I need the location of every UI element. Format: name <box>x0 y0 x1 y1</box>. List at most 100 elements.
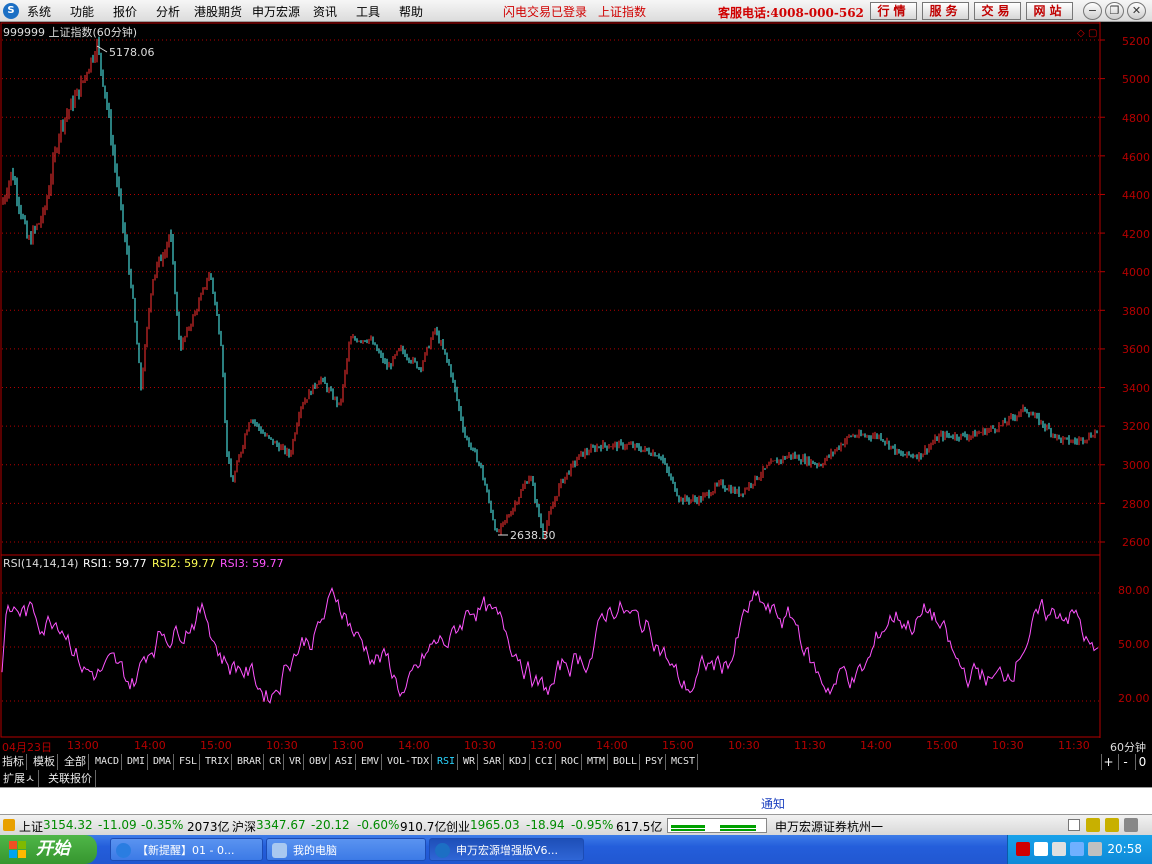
tab-extend[interactable]: 扩展ㅅ <box>0 770 40 787</box>
taskbar: 开始 【新提醒】01 - 0... 我的电脑 申万宏源增强版V6... 20:5… <box>0 835 1152 864</box>
hs-amount: 910.7亿 <box>400 820 447 834</box>
time-tick: 10:30 <box>464 739 496 752</box>
market-button[interactable]: 行情 <box>870 2 917 20</box>
tab-macd[interactable]: MACD <box>93 754 123 770</box>
system-tray: 20:58 <box>1007 835 1152 864</box>
taskbar-item-trading-app[interactable]: 申万宏源增强版V6... <box>429 838 584 861</box>
current-index-name[interactable]: 上证指数 <box>598 3 646 20</box>
qq-icon[interactable] <box>1034 842 1048 856</box>
menu-hk-futures[interactable]: 港股期货 <box>194 3 242 20</box>
lock-icon[interactable] <box>1105 818 1119 832</box>
tray-app-icon[interactable] <box>1088 842 1102 856</box>
zoom-out-button[interactable]: - <box>1118 754 1132 770</box>
time-axis: 04月23日 13:00 14:00 15:00 10:30 13:00 14:… <box>0 738 1152 754</box>
message-icon[interactable] <box>1068 819 1080 831</box>
tab-wr[interactable]: WR <box>461 754 479 770</box>
period-label[interactable]: 60分钟 <box>1110 739 1146 755</box>
time-tick: 04月23日 <box>2 741 52 754</box>
cy-value: 1965.03 <box>470 818 520 832</box>
minimize-icon[interactable]: − <box>1083 2 1102 20</box>
menu-news[interactable]: 资讯 <box>313 3 337 20</box>
time-tick: 15:00 <box>200 739 232 752</box>
tab-related-quotes[interactable]: 关联报价 <box>45 770 96 787</box>
chart-canvas[interactable]: 999999 上证指数(60分钟) ◇ ▢ 5178.06 2638.30 RS… <box>0 22 1152 738</box>
market-breadth-bars <box>667 818 767 833</box>
tab-indicator[interactable]: 指标 <box>0 754 27 770</box>
tab-cr[interactable]: CR <box>267 754 285 770</box>
menu-quote[interactable]: 报价 <box>113 3 137 20</box>
breadth-bar-chart <box>671 825 756 831</box>
price-tick: 5200 <box>1122 35 1150 48</box>
settings-icon[interactable] <box>1124 818 1138 832</box>
service-button[interactable]: 服务 <box>922 2 969 20</box>
tab-template[interactable]: 模板 <box>31 754 58 770</box>
taskbar-item-browser[interactable]: 【新提醒】01 - 0... <box>110 838 263 861</box>
trade-button[interactable]: 交易 <box>974 2 1021 20</box>
alert-icon[interactable] <box>3 819 15 831</box>
rsi-chart-frame <box>0 554 1101 738</box>
tab-kdj[interactable]: KDJ <box>507 754 531 770</box>
signal-icon[interactable] <box>1086 818 1100 832</box>
low-price-label: 2638.30 <box>510 529 556 542</box>
cy-change: -18.94 <box>526 818 565 832</box>
time-tick: 13:00 <box>67 739 99 752</box>
restore-icon[interactable]: ❐ <box>1105 2 1124 20</box>
input-method-icon[interactable] <box>1016 842 1030 856</box>
tab-obv[interactable]: OBV <box>307 754 331 770</box>
tab-mtm[interactable]: MTM <box>585 754 609 770</box>
sh-value: 3154.32 <box>43 818 93 832</box>
tab-vr[interactable]: VR <box>287 754 305 770</box>
notice-bar: 通知 <box>0 787 1152 814</box>
tab-vol-tdx[interactable]: VOL-TDX <box>385 754 433 770</box>
tab-rsi[interactable]: RSI <box>435 754 459 770</box>
tab-brar[interactable]: BRAR <box>235 754 265 770</box>
notice-link[interactable]: 通知 <box>761 795 785 812</box>
tab-fsl[interactable]: FSL <box>177 754 201 770</box>
status-bar: 上证 3154.32 -11.09 -0.35% 2073亿 沪深 3347.6… <box>0 814 1152 835</box>
menu-bar: S 系统 功能 报价 分析 港股期货 申万宏源 资讯 工具 帮助 闪电交易已登录… <box>0 0 1152 22</box>
price-axis: 5200 5000 4800 4600 4400 4200 4000 3800 … <box>1122 35 1150 549</box>
menu-swhy[interactable]: 申万宏源 <box>252 3 300 20</box>
time-tick: 10:30 <box>992 739 1024 752</box>
tab-boll[interactable]: BOLL <box>611 754 641 770</box>
chart-area[interactable]: 999999 上证指数(60分钟) ◇ ▢ 5178.06 2638.30 RS… <box>0 22 1152 738</box>
zoom-reset-button[interactable]: 0 <box>1135 754 1149 770</box>
tab-cci[interactable]: CCI <box>533 754 557 770</box>
taskbar-item-my-computer[interactable]: 我的电脑 <box>266 838 426 861</box>
menu-tools[interactable]: 工具 <box>356 3 380 20</box>
menu-help[interactable]: 帮助 <box>399 3 423 20</box>
chart-title: 999999 上证指数(60分钟) <box>3 25 137 39</box>
tab-psy[interactable]: PSY <box>643 754 667 770</box>
menu-analysis[interactable]: 分析 <box>156 3 180 20</box>
zoom-in-button[interactable]: + <box>1101 754 1115 770</box>
close-icon[interactable]: ✕ <box>1127 2 1146 20</box>
hs-change: -20.12 <box>311 818 350 832</box>
network-icon[interactable] <box>1070 842 1084 856</box>
main-chart-frame <box>0 22 1101 556</box>
menu-system[interactable]: 系统 <box>27 3 51 20</box>
website-button[interactable]: 网站 <box>1026 2 1073 20</box>
time-tick: 10:30 <box>728 739 760 752</box>
computer-icon <box>272 843 287 858</box>
window-icon: ▢ <box>1088 28 1097 39</box>
volume-icon[interactable] <box>1052 842 1066 856</box>
tab-roc[interactable]: ROC <box>559 754 583 770</box>
tab-dma[interactable]: DMA <box>151 754 175 770</box>
hs-pct: -0.60% <box>357 818 400 832</box>
start-button[interactable]: 开始 <box>0 835 97 864</box>
tab-dmi[interactable]: DMI <box>125 754 149 770</box>
login-status[interactable]: 闪电交易已登录 <box>503 3 587 20</box>
tab-mcst[interactable]: MCST <box>669 754 699 770</box>
tab-emv[interactable]: EMV <box>359 754 383 770</box>
tab-sar[interactable]: SAR <box>481 754 505 770</box>
rsi-axis: 80.00 50.00 20.00 <box>1118 584 1150 705</box>
tab-trix[interactable]: TRIX <box>203 754 233 770</box>
tab-asi[interactable]: ASI <box>333 754 357 770</box>
high-price-label: 5178.06 <box>109 46 155 59</box>
rsi-tick: 50.00 <box>1118 638 1150 651</box>
tab-all[interactable]: 全部 <box>62 754 89 770</box>
menu-function[interactable]: 功能 <box>70 3 94 20</box>
time-tick: 13:00 <box>530 739 562 752</box>
time-tick: 14:00 <box>596 739 628 752</box>
app-logo-icon[interactable]: S <box>3 3 19 19</box>
